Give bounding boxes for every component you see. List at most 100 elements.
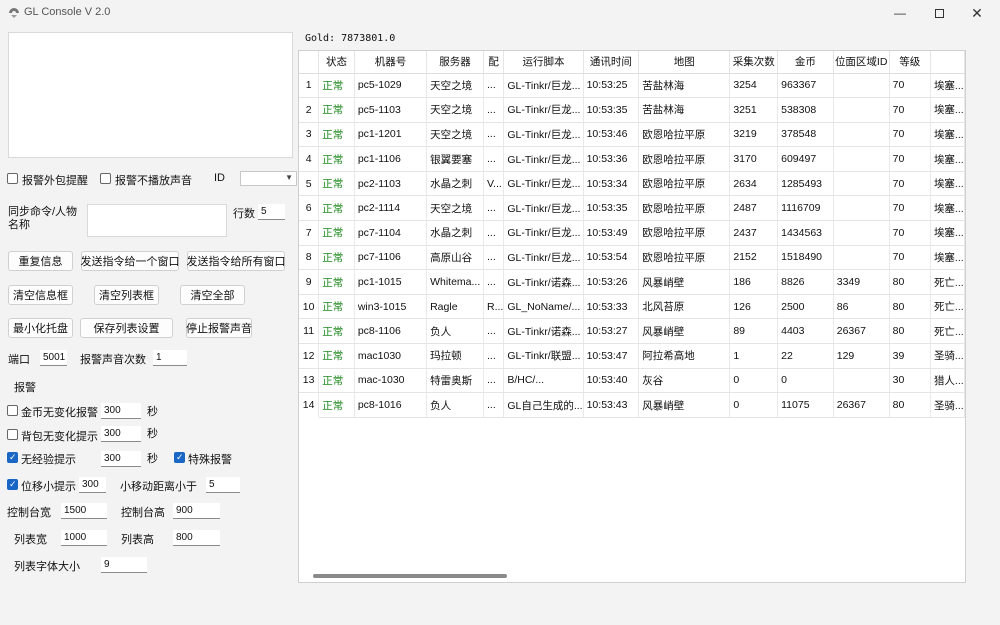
table-cell: 死亡... xyxy=(930,318,965,345)
list-height-input[interactable]: 800 xyxy=(173,530,220,546)
info-textbox[interactable] xyxy=(8,32,293,158)
table-row[interactable]: 9 正常 pc1-1015 Whitema...... GL-Tinkr/诺森... 10… xyxy=(299,269,965,295)
table-cell: 欧恩哈拉平原 xyxy=(638,122,731,148)
port-input[interactable]: 5001 xyxy=(40,350,67,366)
row-number: 2 xyxy=(299,97,320,123)
table-cell: 70 xyxy=(889,195,931,222)
column-header[interactable]: 等级 xyxy=(889,51,931,74)
clear-everything-button[interactable]: 清空全部 xyxy=(180,285,245,305)
table-row[interactable]: 3 正常 pc1-1201 天空之境... GL-Tinkr/巨龙... 10:53:46… xyxy=(299,122,965,148)
table-cell: 186 xyxy=(729,269,779,295)
table-cell: win3-1015 xyxy=(354,294,428,320)
table-row[interactable]: 6 正常 pc2-1114 天空之境... GL-Tinkr/巨龙... 10:53:35… xyxy=(299,195,965,222)
column-header[interactable]: 金币 xyxy=(777,51,834,74)
table-cell: 963367 xyxy=(777,73,834,99)
font-size-input[interactable]: 9 xyxy=(101,557,147,573)
alarm-bag-checkbox[interactable] xyxy=(7,173,18,184)
sync-cmd-textbox[interactable] xyxy=(87,204,227,237)
column-header[interactable]: 配 xyxy=(483,51,505,74)
table-cell: Whitema... xyxy=(426,269,484,295)
column-header[interactable]: 地图 xyxy=(638,51,731,74)
pos-stuck-input[interactable]: 300 xyxy=(79,477,106,493)
table-cell: 126 xyxy=(729,294,779,320)
table-cell: GL-Tinkr/诺森... xyxy=(503,269,584,295)
table-row[interactable]: 13 正常 mac-1030 特雷奥斯... B/HC/... 10:53:40 灰谷 0 0 3… xyxy=(299,368,965,394)
table-row[interactable]: 7 正常 pc7-1104 水晶之刺... GL-Tinkr/巨龙... 10:53:49… xyxy=(299,220,965,246)
table-row[interactable]: 11 正常 pc8-1106 负人... GL-Tinkr/诺森... 10:53:27 风… xyxy=(299,318,965,345)
minimize-icon: — xyxy=(894,6,906,20)
table-cell: 3349 xyxy=(833,269,890,295)
no-exp-input[interactable]: 300 xyxy=(101,451,141,467)
bag-no-change-input[interactable]: 300 xyxy=(101,426,141,442)
pos-stuck-checkbox[interactable] xyxy=(7,479,18,490)
table-row[interactable]: 4 正常 pc1-1106 银翼要塞... GL-Tinkr/巨龙... 10:53:36… xyxy=(299,146,965,172)
table-cell: 10:53:54 xyxy=(583,245,640,271)
table-cell: pc8-1106 xyxy=(354,318,428,345)
alarm-bag-label: 报警外包提醒 xyxy=(22,175,88,187)
ctrl-height-input[interactable]: 900 xyxy=(173,503,220,519)
column-header[interactable]: 通讯时间 xyxy=(583,51,640,74)
table-cell: 圣骑... xyxy=(930,343,965,369)
clear-list-button[interactable]: 清空列表框 xyxy=(94,285,159,305)
table-row[interactable]: 12 正常 mac1030 玛拉顿... GL-Tinkr/联盟... 10:53:47 阿… xyxy=(299,343,965,369)
row-number: 5 xyxy=(299,171,320,197)
ctrl-width-input[interactable]: 1500 xyxy=(61,503,107,519)
table-row[interactable]: 2 正常 pc5-1103 天空之境... GL-Tinkr/巨龙... 10:53:35… xyxy=(299,97,965,123)
clear-info-button[interactable]: 清空信息框 xyxy=(8,285,73,305)
gold-no-change-input[interactable]: 300 xyxy=(101,403,141,419)
rows-label: 行数 xyxy=(233,208,255,220)
sync-cmd-label: 同步命令/人物名称 xyxy=(8,206,78,231)
table-row[interactable]: 10 正常 win3-1015 Ragle R... GL_NoName/... 10:53… xyxy=(299,294,965,320)
id-select[interactable]: ▼ xyxy=(240,171,297,186)
minimize-tray-button[interactable]: 最小化托盘 xyxy=(8,318,73,338)
table-cell: 高原山谷 xyxy=(426,245,484,271)
alarm-no-sound-checkbox[interactable] xyxy=(100,173,111,184)
machine-list-grid[interactable]: 状态 机器号 服务器配运行脚本 通讯时间 地图 采集次数 金币 位面区域ID 等级 1 正常 pc5… xyxy=(298,50,966,583)
column-header[interactable] xyxy=(930,51,965,74)
horizontal-scrollbar[interactable] xyxy=(313,574,507,578)
table-cell: 负人 xyxy=(426,318,484,345)
table-row[interactable]: 8 正常 pc7-1106 高原山谷... GL-Tinkr/巨龙... 10:53:54… xyxy=(299,245,965,271)
table-row[interactable]: 14 正常 pc8-1016 负人... GL自己生成的... 10:53:43 风暴峭壁 0… xyxy=(299,392,965,418)
table-cell: GL-Tinkr/巨龙... xyxy=(503,195,584,222)
table-cell: 欧恩哈拉平原 xyxy=(638,195,731,222)
special-alarm-label: 特殊报警 xyxy=(188,454,232,466)
rows-input[interactable]: 5 xyxy=(258,204,285,220)
status-cell: 正常 xyxy=(318,343,355,369)
column-header[interactable]: 服务器 xyxy=(426,51,484,74)
table-cell: 风暴峭壁 xyxy=(638,318,731,345)
column-header[interactable]: 状态 xyxy=(318,51,355,74)
special-alarm-checkbox[interactable] xyxy=(174,452,185,463)
save-list-button[interactable]: 保存列表设置 xyxy=(80,318,173,338)
pos-dist-input[interactable]: 5 xyxy=(206,477,240,493)
table-cell: pc1-1201 xyxy=(354,122,428,148)
row-number: 8 xyxy=(299,245,320,271)
list-width-input[interactable]: 1000 xyxy=(61,530,107,546)
row-number: 13 xyxy=(299,368,320,394)
send-all-button[interactable]: 发送指令给所有窗口 xyxy=(187,251,286,271)
close-button[interactable]: ✕ xyxy=(954,0,1000,26)
table-cell: 10:53:43 xyxy=(583,392,640,418)
column-header[interactable]: 采集次数 xyxy=(729,51,779,74)
gold-no-change-checkbox[interactable] xyxy=(7,405,18,416)
column-header[interactable]: 运行脚本 xyxy=(503,51,584,74)
send-one-button[interactable]: 发送指令给一个窗口 xyxy=(81,251,180,271)
clear-repeat-button[interactable]: 重复信息 xyxy=(8,251,73,271)
table-cell: 埃塞... xyxy=(930,220,965,246)
table-row[interactable]: 1 正常 pc5-1029 天空之境... GL-Tinkr/巨龙... 10:53:25… xyxy=(299,73,965,99)
column-header[interactable]: 机器号 xyxy=(354,51,428,74)
table-cell: 欧恩哈拉平原 xyxy=(638,171,731,197)
table-cell: 10:53:26 xyxy=(583,269,640,295)
alarm-count-input[interactable]: 1 xyxy=(153,350,187,366)
table-cell: 10:53:49 xyxy=(583,220,640,246)
table-cell: 埃塞... xyxy=(930,245,965,271)
bag-no-change-checkbox[interactable] xyxy=(7,429,18,440)
machine-table: 状态 机器号 服务器配运行脚本 通讯时间 地图 采集次数 金币 位面区域ID 等级 1 正常 pc5… xyxy=(299,51,965,418)
stop-alarm-button[interactable]: 停止报警声音 xyxy=(186,318,252,338)
table-cell: 天空之境 xyxy=(426,73,484,99)
table-row[interactable]: 5 正常 pc2-1103 水晶之刺 V... GL-Tinkr/巨龙... 10:53:3… xyxy=(299,171,965,197)
no-exp-checkbox[interactable] xyxy=(7,452,18,463)
table-cell: GL-Tinkr/巨龙... xyxy=(503,171,584,197)
column-header[interactable]: 位面区域ID xyxy=(833,51,890,74)
table-cell: ... xyxy=(483,195,505,222)
